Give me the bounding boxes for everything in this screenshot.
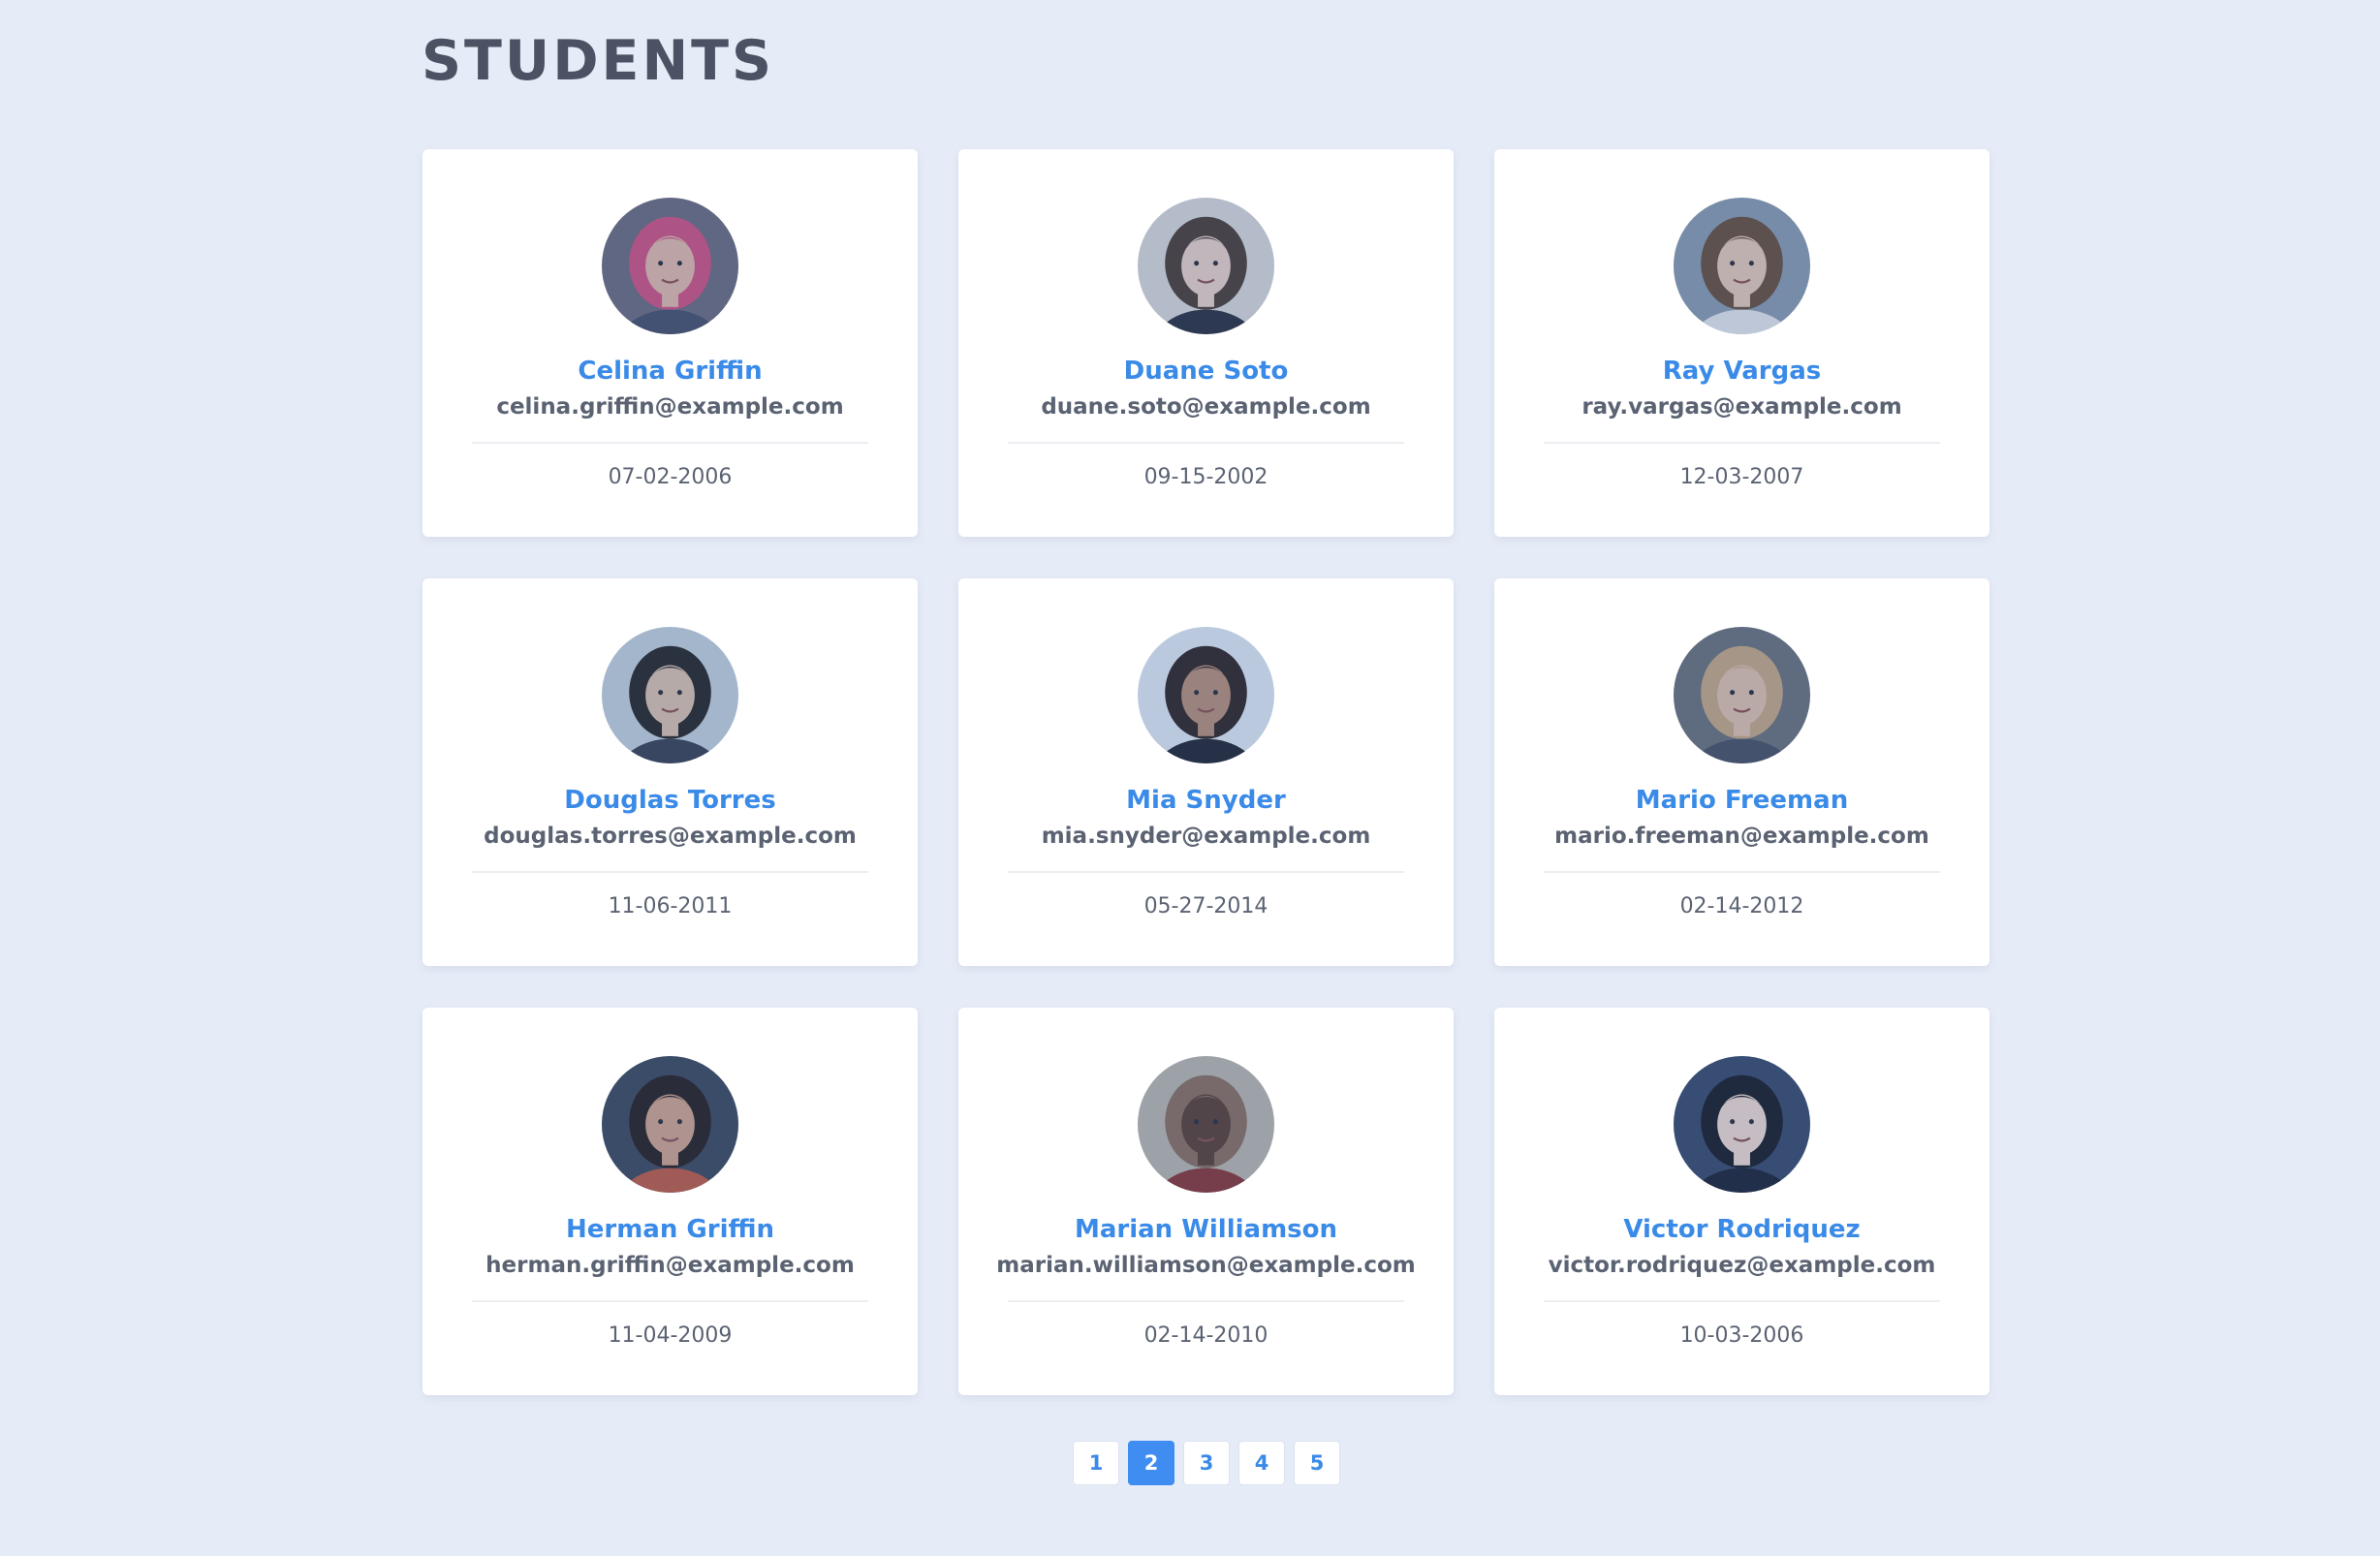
- student-email: duane.soto@example.com: [1041, 394, 1371, 420]
- page-button-2[interactable]: 2: [1128, 1441, 1174, 1485]
- card-divider: [1544, 442, 1940, 444]
- student-card[interactable]: Mia Snyder mia.snyder@example.com 05-27-…: [958, 578, 1454, 966]
- student-avatar: [602, 198, 738, 334]
- student-email: ray.vargas@example.com: [1581, 394, 1902, 420]
- student-avatar: [1674, 1056, 1810, 1193]
- student-date: 09-15-2002: [1143, 465, 1268, 489]
- portrait-image: [602, 1056, 738, 1193]
- student-date: 12-03-2007: [1679, 465, 1804, 489]
- portrait-image: [1674, 198, 1810, 334]
- card-divider: [472, 442, 868, 444]
- portrait-image: [1138, 627, 1274, 763]
- student-date: 02-14-2010: [1143, 1323, 1268, 1348]
- student-name[interactable]: Herman Griffin: [423, 1215, 918, 1244]
- student-name[interactable]: Mia Snyder: [958, 786, 1454, 815]
- student-card[interactable]: Ray Vargas ray.vargas@example.com 12-03-…: [1494, 149, 1989, 537]
- portrait-image: [1674, 1056, 1810, 1193]
- student-avatar: [1138, 627, 1274, 763]
- student-name[interactable]: Duane Soto: [958, 357, 1454, 386]
- student-date: 02-14-2012: [1679, 894, 1804, 918]
- student-date: 11-06-2011: [608, 894, 733, 918]
- card-divider: [1008, 442, 1404, 444]
- portrait-image: [602, 198, 738, 334]
- student-avatar: [602, 627, 738, 763]
- student-name[interactable]: Douglas Torres: [423, 786, 918, 815]
- student-avatar: [1138, 198, 1274, 334]
- page-button-4[interactable]: 4: [1238, 1441, 1285, 1485]
- student-avatar: [602, 1056, 738, 1193]
- page-button-5[interactable]: 5: [1294, 1441, 1340, 1485]
- student-name[interactable]: Mario Freeman: [1494, 786, 1989, 815]
- student-date: 05-27-2014: [1143, 894, 1268, 918]
- student-date: 07-02-2006: [608, 465, 733, 489]
- student-email: mia.snyder@example.com: [1041, 824, 1371, 849]
- portrait-image: [1138, 1056, 1274, 1193]
- page-title: STUDENTS: [422, 29, 775, 93]
- student-grid: Celina Griffin celina.griffin@example.co…: [423, 149, 1989, 1395]
- student-card[interactable]: Mario Freeman mario.freeman@example.com …: [1494, 578, 1989, 966]
- student-email: marian.williamson@example.com: [996, 1253, 1416, 1278]
- student-email: mario.freeman@example.com: [1554, 824, 1929, 849]
- student-card[interactable]: Duane Soto duane.soto@example.com 09-15-…: [958, 149, 1454, 537]
- student-card[interactable]: Celina Griffin celina.griffin@example.co…: [423, 149, 918, 537]
- student-name[interactable]: Celina Griffin: [423, 357, 918, 386]
- student-email: douglas.torres@example.com: [484, 824, 857, 849]
- student-avatar: [1674, 627, 1810, 763]
- student-card[interactable]: Marian Williamson marian.williamson@exam…: [958, 1008, 1454, 1395]
- portrait-image: [602, 627, 738, 763]
- card-divider: [472, 871, 868, 873]
- student-name[interactable]: Marian Williamson: [958, 1215, 1454, 1244]
- student-email: celina.griffin@example.com: [496, 394, 844, 420]
- student-card[interactable]: Douglas Torres douglas.torres@example.co…: [423, 578, 918, 966]
- student-date: 10-03-2006: [1679, 1323, 1804, 1348]
- card-divider: [1008, 871, 1404, 873]
- card-divider: [1544, 1300, 1940, 1302]
- card-divider: [1008, 1300, 1404, 1302]
- card-divider: [1544, 871, 1940, 873]
- page-button-3[interactable]: 3: [1183, 1441, 1230, 1485]
- student-card[interactable]: Herman Griffin herman.griffin@example.co…: [423, 1008, 918, 1395]
- student-name[interactable]: Ray Vargas: [1494, 357, 1989, 386]
- student-avatar: [1138, 1056, 1274, 1193]
- student-date: 11-04-2009: [608, 1323, 733, 1348]
- student-card[interactable]: Victor Rodriquez victor.rodriquez@exampl…: [1494, 1008, 1989, 1395]
- student-avatar: [1674, 198, 1810, 334]
- portrait-image: [1138, 198, 1274, 334]
- portrait-image: [1674, 627, 1810, 763]
- student-name[interactable]: Victor Rodriquez: [1494, 1215, 1989, 1244]
- pagination: 1 2 3 4 5: [1073, 1441, 1340, 1485]
- student-email: victor.rodriquez@example.com: [1548, 1253, 1936, 1278]
- page-button-1[interactable]: 1: [1073, 1441, 1119, 1485]
- student-email: herman.griffin@example.com: [485, 1253, 855, 1278]
- card-divider: [472, 1300, 868, 1302]
